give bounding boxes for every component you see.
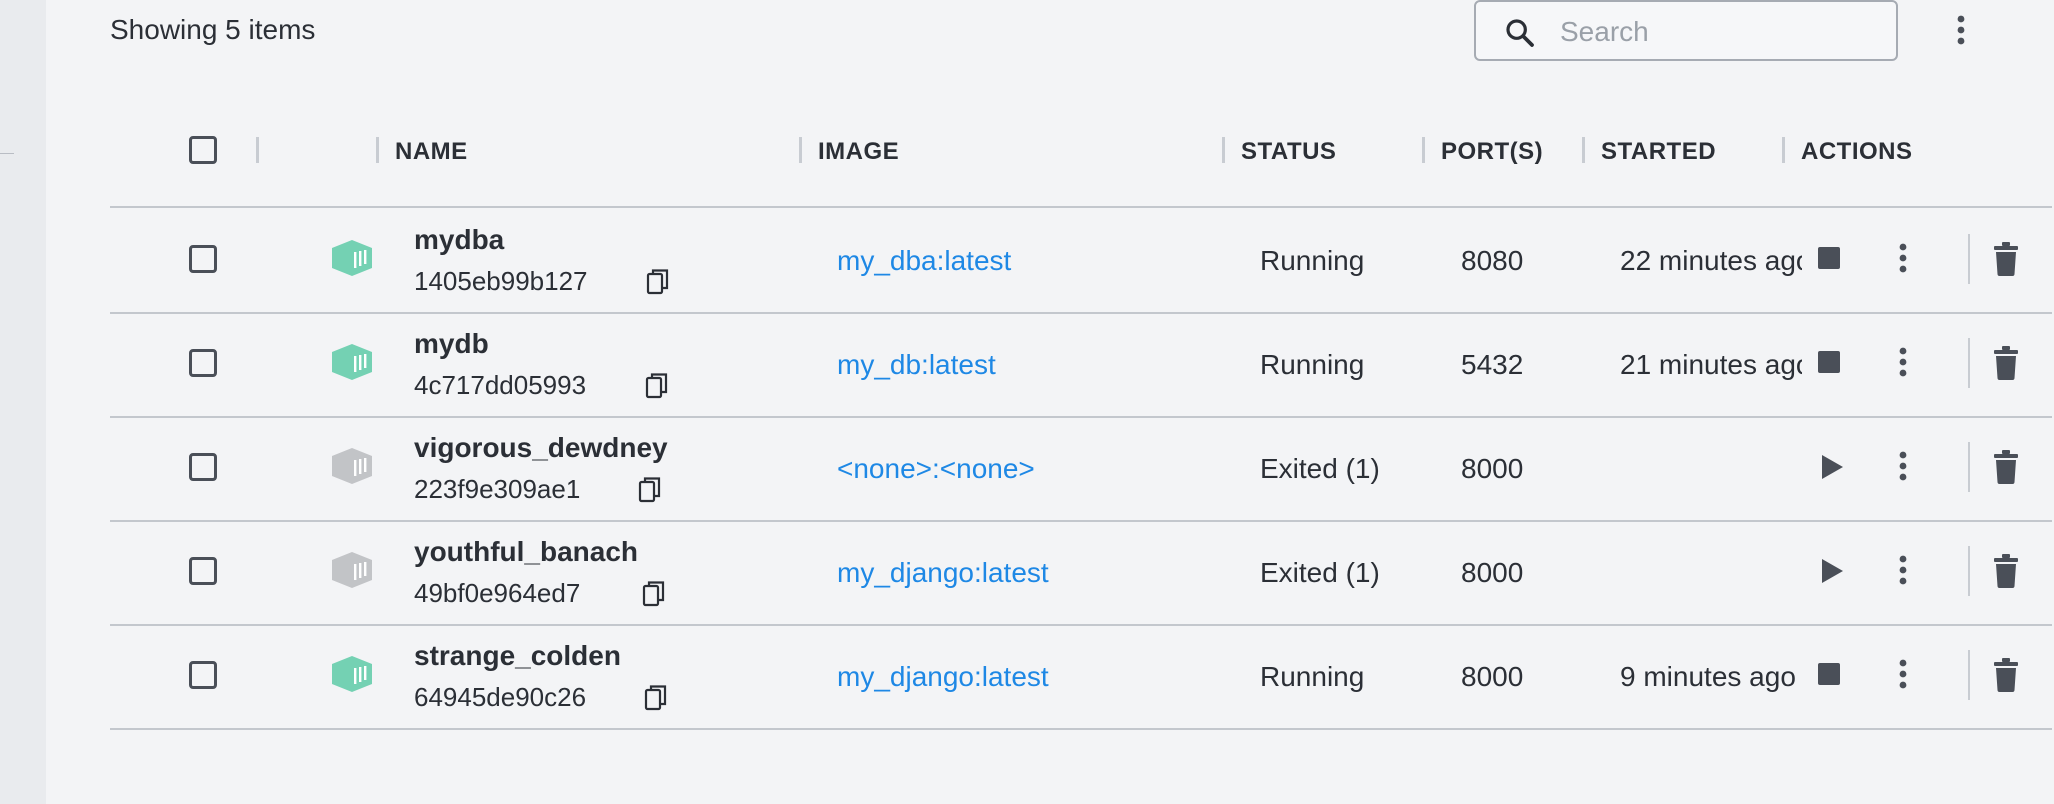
trash-icon[interactable] (1992, 450, 2020, 484)
container-icon (332, 552, 372, 588)
image-link[interactable]: my_django:latest (837, 557, 1049, 589)
action-divider (1968, 338, 1970, 388)
copy-icon[interactable] (646, 268, 670, 296)
container-id: 223f9e309ae1 (414, 474, 581, 504)
action-divider (1968, 442, 1970, 492)
trash-icon[interactable] (1992, 658, 2020, 692)
container-name[interactable]: mydb (414, 328, 489, 360)
status-text: Exited (1) (1260, 453, 1380, 484)
more-options-icon[interactable] (1956, 14, 1966, 46)
select-all-checkbox[interactable] (189, 136, 217, 164)
column-header-started[interactable]: STARTED (1601, 138, 1716, 166)
left-sidebar-edge (0, 0, 46, 804)
table-header: NAME IMAGE STATUS PORT(S) STARTED ACTION… (110, 120, 2052, 208)
search-box[interactable] (1474, 0, 1898, 61)
column-header-name[interactable]: NAME (395, 138, 468, 166)
copy-icon[interactable] (645, 372, 669, 400)
more-actions-icon[interactable] (1898, 242, 1908, 274)
row-checkbox[interactable] (189, 245, 217, 273)
table-row[interactable]: mydba 1405eb99b127 my_dba:latest Running… (110, 208, 2052, 314)
search-input[interactable] (1558, 12, 1882, 52)
more-actions-icon[interactable] (1898, 554, 1908, 586)
play-icon[interactable] (1820, 558, 1844, 584)
container-name[interactable]: mydba (414, 224, 504, 256)
trash-icon[interactable] (1992, 346, 2020, 380)
row-checkbox[interactable] (189, 661, 217, 689)
column-header-image[interactable]: IMAGE (818, 138, 899, 166)
port-text[interactable]: 5432 (1461, 349, 1523, 381)
item-count: Showing 5 items (110, 14, 316, 45)
container-icon (332, 656, 372, 692)
column-resize-handle[interactable] (376, 137, 379, 163)
container-id: 4c717dd05993 (414, 370, 587, 400)
container-icon (332, 344, 372, 380)
row-checkbox[interactable] (189, 453, 217, 481)
column-resize-handle[interactable] (799, 137, 802, 163)
table-row[interactable]: mydb 4c717dd05993 my_db:latest Running 5… (110, 312, 2052, 418)
row-checkbox[interactable] (189, 557, 217, 585)
copy-icon[interactable] (642, 580, 666, 608)
container-id: 1405eb99b127 (414, 266, 588, 296)
image-link[interactable]: my_django:latest (837, 661, 1049, 693)
container-icon (332, 240, 372, 276)
stop-icon[interactable] (1817, 662, 1841, 686)
containers-panel: Showing 5 items NAME IMAGE STATUS PORT(S… (46, 0, 2054, 804)
table-row[interactable]: strange_colden 64945de90c26 my_django:la… (110, 624, 2052, 730)
column-resize-handle[interactable] (1782, 137, 1785, 163)
row-checkbox[interactable] (189, 349, 217, 377)
copy-icon[interactable] (638, 476, 662, 504)
more-actions-icon[interactable] (1898, 346, 1908, 378)
trash-icon[interactable] (1992, 554, 2020, 588)
copy-icon[interactable] (644, 684, 668, 712)
column-resize-handle[interactable] (256, 137, 259, 163)
container-id: 49bf0e964ed7 (414, 578, 581, 608)
status-text: Running (1260, 661, 1365, 692)
started-text: 9 minutes ago (1620, 661, 1796, 692)
port-text[interactable]: 8000 (1461, 661, 1523, 693)
sidebar-divider (0, 153, 14, 154)
port-text[interactable]: 8000 (1461, 557, 1523, 589)
table-row[interactable]: youthful_banach 49bf0e964ed7 my_django:l… (110, 520, 2052, 626)
image-link[interactable]: my_dba:latest (837, 245, 1011, 277)
action-divider (1968, 546, 1970, 596)
image-link[interactable]: <none>:<none> (837, 453, 1035, 485)
column-header-actions: ACTIONS (1801, 138, 1913, 165)
column-resize-handle[interactable] (1582, 137, 1585, 163)
more-actions-icon[interactable] (1898, 450, 1908, 482)
started-text: 22 minutes ago (1620, 245, 1802, 276)
stop-icon[interactable] (1817, 350, 1841, 374)
search-icon (1506, 19, 1534, 47)
column-resize-handle[interactable] (1422, 137, 1425, 163)
container-name[interactable]: vigorous_dewdney (414, 432, 668, 464)
status-text: Exited (1) (1260, 557, 1380, 588)
play-icon[interactable] (1820, 454, 1844, 480)
column-header-ports[interactable]: PORT(S) (1441, 138, 1543, 166)
more-actions-icon[interactable] (1898, 658, 1908, 690)
column-resize-handle[interactable] (1222, 137, 1225, 163)
table-row[interactable]: vigorous_dewdney 223f9e309ae1 <none>:<no… (110, 416, 2052, 522)
action-divider (1968, 650, 1970, 700)
port-text[interactable]: 8080 (1461, 245, 1523, 277)
started-text: 21 minutes ago (1620, 349, 1802, 380)
container-id: 64945de90c26 (414, 682, 587, 712)
port-text[interactable]: 8000 (1461, 453, 1523, 485)
status-text: Running (1260, 245, 1365, 276)
image-link[interactable]: my_db:latest (837, 349, 996, 381)
stop-icon[interactable] (1817, 246, 1841, 270)
action-divider (1968, 234, 1970, 284)
container-name[interactable]: strange_colden (414, 640, 621, 672)
status-text: Running (1260, 349, 1365, 380)
container-name[interactable]: youthful_banach (414, 536, 638, 568)
container-icon (332, 448, 372, 484)
column-header-status[interactable]: STATUS (1241, 138, 1336, 166)
trash-icon[interactable] (1992, 242, 2020, 276)
